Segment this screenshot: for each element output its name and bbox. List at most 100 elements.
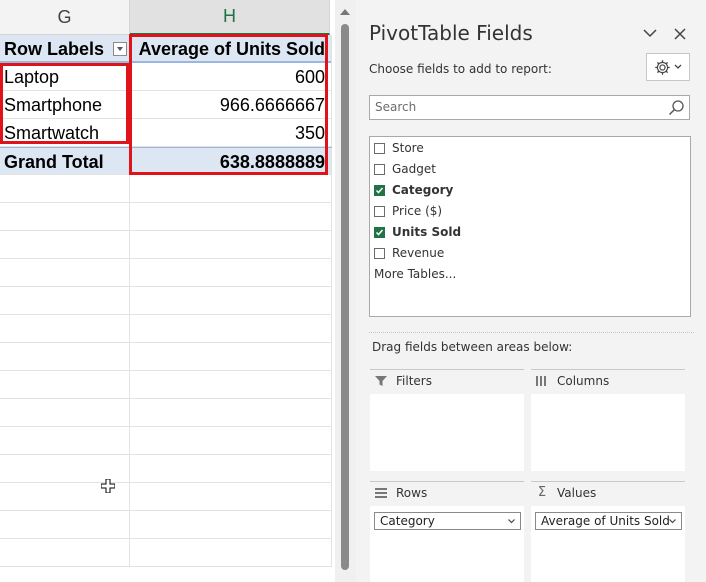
drag-fields-label: Drag fields between areas below:: [372, 340, 573, 354]
checkbox[interactable]: [374, 247, 385, 259]
empty-cell[interactable]: [130, 231, 332, 259]
empty-row: [0, 427, 332, 455]
checkbox-checked[interactable]: [374, 184, 385, 196]
field-item-store[interactable]: Store: [374, 139, 424, 157]
empty-cell[interactable]: [0, 399, 130, 427]
row-labels-header-cell[interactable]: Row Labels: [0, 35, 130, 63]
empty-cell[interactable]: [130, 175, 332, 203]
empty-cell[interactable]: [130, 259, 332, 287]
field-label: Category: [392, 183, 454, 197]
empty-row: [0, 259, 332, 287]
value-header-cell[interactable]: Average of Units Sold: [130, 35, 332, 63]
empty-cell[interactable]: [0, 259, 130, 287]
checkbox[interactable]: [374, 142, 385, 154]
close-icon[interactable]: [673, 27, 687, 41]
empty-cell[interactable]: [0, 343, 130, 371]
empty-cell[interactable]: [0, 315, 130, 343]
empty-cell[interactable]: [130, 287, 332, 315]
checkbox[interactable]: [374, 205, 385, 217]
checkmark-icon: [375, 187, 384, 194]
columns-area[interactable]: Columns: [531, 369, 685, 471]
scroll-up-arrow-icon[interactable]: [340, 9, 350, 15]
empty-cell[interactable]: [130, 511, 332, 539]
empty-row: [0, 231, 332, 259]
tools-button[interactable]: [646, 53, 690, 81]
empty-row: [0, 483, 332, 511]
empty-cell[interactable]: [0, 371, 130, 399]
values-field-dropdown[interactable]: Average of Units Sold: [535, 512, 682, 530]
empty-cell[interactable]: [0, 287, 130, 315]
pivot-row-label[interactable]: Laptop: [0, 63, 130, 91]
scrollbar-thumb[interactable]: [341, 24, 349, 570]
empty-cell[interactable]: [130, 203, 332, 231]
column-header-h[interactable]: H: [130, 0, 330, 35]
row-labels-header: Row Labels: [4, 39, 105, 59]
empty-cell[interactable]: [130, 343, 332, 371]
grand-total-label[interactable]: Grand Total: [0, 148, 130, 176]
filters-area[interactable]: Filters: [370, 369, 524, 471]
spreadsheet-grid[interactable]: G H Row Labels Average of Units Sold Lap…: [0, 0, 335, 582]
row-labels-filter-button[interactable]: [113, 42, 127, 56]
chevron-down-icon: [674, 64, 682, 69]
empty-cell[interactable]: [130, 315, 332, 343]
more-tables-link[interactable]: More Tables...: [374, 267, 456, 281]
empty-cell[interactable]: [0, 231, 130, 259]
empty-row: [0, 399, 332, 427]
empty-cell[interactable]: [130, 455, 332, 483]
field-item-price[interactable]: Price ($): [374, 202, 442, 220]
field-list: Store Gadget Category Price ($) Units So…: [369, 136, 691, 317]
pivot-row-label[interactable]: Smartwatch: [0, 119, 130, 147]
pivot-row: Laptop 600: [0, 63, 332, 91]
empty-cell[interactable]: [130, 539, 332, 567]
grand-total-value[interactable]: 638.8888889: [130, 148, 332, 176]
rows-label: Rows: [396, 486, 428, 500]
grand-total-row: Grand Total 638.8888889: [0, 147, 332, 176]
field-item-gadget[interactable]: Gadget: [374, 160, 436, 178]
pivot-row-value[interactable]: 350: [130, 119, 332, 147]
rows-field-dropdown[interactable]: Category: [374, 512, 521, 530]
field-item-category[interactable]: Category: [374, 181, 453, 199]
values-label: Values: [557, 486, 597, 500]
filters-drop-zone[interactable]: [370, 394, 524, 471]
field-label: Store: [392, 141, 424, 155]
checkmark-icon: [375, 229, 384, 236]
vertical-scrollbar[interactable]: [335, 0, 356, 582]
empty-cell[interactable]: [130, 427, 332, 455]
field-search-box[interactable]: [369, 95, 690, 120]
field-label: Price ($): [392, 204, 443, 218]
columns-drop-zone[interactable]: [531, 394, 685, 471]
checkbox[interactable]: [374, 163, 385, 175]
field-label: Revenue: [392, 246, 445, 260]
columns-icon: [536, 376, 546, 386]
empty-row: [0, 371, 332, 399]
empty-cell[interactable]: [130, 483, 332, 511]
columns-label: Columns: [557, 374, 610, 388]
chevron-down-icon[interactable]: [642, 27, 658, 39]
pivot-row-value[interactable]: 600: [130, 63, 332, 91]
rows-area[interactable]: Rows Category: [370, 481, 524, 582]
rows-drop-zone[interactable]: Category: [370, 506, 524, 582]
pivot-row-value[interactable]: 966.6666667: [130, 91, 332, 119]
empty-cell[interactable]: [130, 371, 332, 399]
sheet-rows: Row Labels Average of Units Sold Laptop …: [0, 35, 332, 567]
column-header-g[interactable]: G: [0, 0, 130, 35]
search-icon[interactable]: [668, 99, 685, 116]
rows-field-label: Category: [380, 514, 435, 528]
values-drop-zone[interactable]: Average of Units Sold: [531, 506, 685, 582]
field-label: Units Sold: [392, 225, 462, 239]
empty-cell[interactable]: [130, 399, 332, 427]
checkbox-checked[interactable]: [374, 226, 385, 238]
search-input[interactable]: [375, 100, 655, 114]
pivot-row-label[interactable]: Smartphone: [0, 91, 130, 119]
filter-icon: [375, 376, 387, 386]
field-item-revenue[interactable]: Revenue: [374, 244, 444, 262]
sigma-icon: Σ: [537, 485, 547, 500]
pane-splitter[interactable]: [369, 332, 694, 333]
empty-cell[interactable]: [0, 427, 130, 455]
empty-cell[interactable]: [0, 539, 130, 567]
empty-cell[interactable]: [0, 511, 130, 539]
empty-cell[interactable]: [0, 203, 130, 231]
field-item-units-sold[interactable]: Units Sold: [374, 223, 461, 241]
values-area[interactable]: Σ Values Average of Units Sold: [531, 481, 685, 582]
empty-cell[interactable]: [0, 175, 130, 203]
